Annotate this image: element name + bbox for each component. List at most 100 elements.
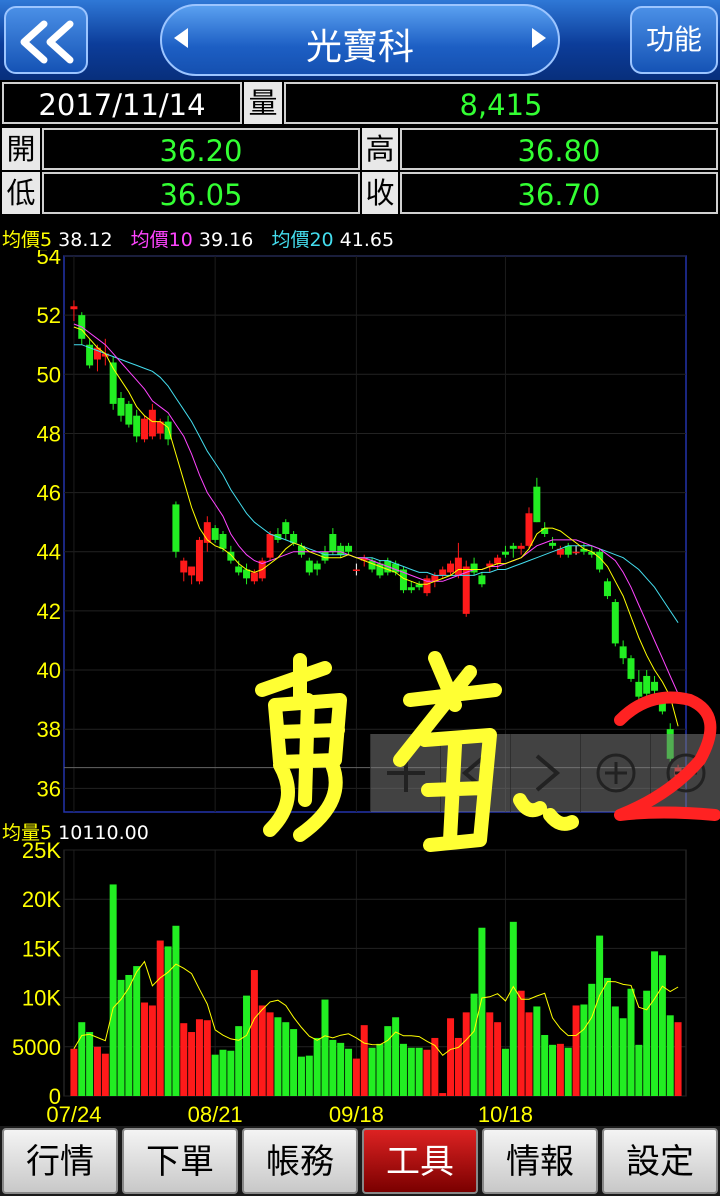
zoom-in-button[interactable] — [580, 734, 650, 812]
volume-bar — [423, 1049, 431, 1096]
volume-bar — [266, 1012, 274, 1096]
tab-settings[interactable]: 設定 — [602, 1128, 718, 1194]
volume-bar — [148, 1005, 156, 1096]
volume-bar — [517, 990, 525, 1096]
volume-bar — [384, 1026, 392, 1096]
volume-bar — [415, 1047, 423, 1096]
volume-tick-label: 5000 — [12, 1035, 61, 1060]
ma5-label: 均價5 — [2, 229, 53, 251]
quote-row-low-close: 低 36.05 收 36.70 — [0, 172, 720, 216]
tab-tools[interactable]: 工具 — [362, 1128, 478, 1194]
ma5-value: 38.12 — [58, 229, 113, 251]
volume-bar — [611, 1006, 619, 1096]
low-value: 36.05 — [42, 172, 360, 214]
volume-bar — [431, 1037, 439, 1096]
candle-body — [117, 397, 125, 416]
zoom-out-button[interactable] — [650, 734, 720, 812]
volume-bar — [549, 1044, 557, 1096]
tab-quotes[interactable]: 行情 — [2, 1128, 118, 1194]
volume-bar — [282, 1022, 290, 1096]
volume-bar — [572, 1005, 580, 1096]
price-tick-label: 50 — [37, 362, 61, 387]
stock-selector[interactable]: 光寶科 — [160, 4, 560, 76]
candle-body — [172, 504, 180, 552]
candle-body — [501, 551, 509, 555]
chart-toolbar — [370, 734, 720, 812]
volume-bar — [501, 1048, 509, 1096]
candle-body — [627, 658, 635, 679]
price-tick-label: 40 — [37, 658, 61, 683]
candle-body — [180, 560, 188, 573]
volume-bar — [533, 1006, 541, 1096]
function-button[interactable]: 功能 — [630, 6, 718, 74]
candle-body — [447, 563, 455, 573]
volume-bar — [619, 1018, 627, 1096]
volume-bar — [352, 1058, 360, 1096]
next-stock-icon[interactable] — [532, 28, 546, 48]
bottom-tab-bar: 行情 下單 帳務 工具 情報 設定 — [0, 1126, 720, 1196]
tab-info[interactable]: 情報 — [482, 1128, 598, 1194]
stock-chart[interactable]: 5452504846444240383625K20K15K10K5000007/… — [0, 250, 720, 1126]
ma20-line — [73, 344, 679, 623]
volume-tick-label: 15K — [22, 936, 61, 961]
next-button[interactable] — [510, 734, 580, 812]
date-tick-label: 10/18 — [478, 1102, 533, 1126]
high-value: 36.80 — [400, 128, 718, 170]
zoom-in-icon — [596, 753, 636, 793]
previous-button[interactable] — [440, 734, 510, 812]
crosshair-button[interactable] — [370, 734, 440, 812]
candle-body — [454, 557, 462, 576]
ma5-line — [73, 326, 679, 727]
volume-bar — [376, 1043, 384, 1096]
volume-bar — [556, 1043, 564, 1096]
candle-body — [494, 557, 502, 564]
volume-bar — [258, 1005, 266, 1096]
candle-body — [635, 681, 643, 697]
volume-bar — [470, 993, 478, 1096]
volume-bar — [93, 1046, 101, 1096]
volume-bar — [564, 1047, 572, 1096]
candle-body — [658, 702, 666, 712]
tab-orders[interactable]: 下單 — [122, 1128, 238, 1194]
candle-body — [611, 602, 619, 644]
candle-body — [321, 551, 329, 561]
candle-body — [148, 409, 156, 437]
volume-bar — [141, 1002, 149, 1096]
candle-body — [439, 569, 447, 576]
volume-bar — [227, 1050, 235, 1096]
tab-accounts[interactable]: 帳務 — [242, 1128, 358, 1194]
open-label: 開 — [2, 128, 40, 170]
volume-bar — [447, 1018, 455, 1096]
next-icon — [535, 754, 561, 792]
volume-bar — [305, 1055, 313, 1096]
ma-legend: 均價5 38.12 均價10 39.16 均價20 41.65 — [2, 225, 394, 252]
candle-body — [313, 563, 321, 570]
candle-body — [549, 542, 557, 546]
volume-value: 8,415 — [284, 82, 718, 124]
double-chevron-left-icon — [20, 20, 74, 64]
volume-bar — [203, 1020, 211, 1096]
quote-row-open-high: 開 36.20 高 36.80 — [0, 128, 720, 172]
candle-body — [407, 587, 415, 591]
date-tick-label: 08/21 — [188, 1102, 243, 1126]
candle-body — [541, 528, 549, 534]
candle-body — [572, 551, 580, 554]
candle-body — [533, 486, 541, 523]
date-tick-label: 09/18 — [329, 1102, 384, 1126]
volume-bar — [219, 1049, 227, 1096]
price-tick-label: 36 — [37, 776, 61, 801]
volume-bar — [156, 940, 164, 1096]
price-tick-label: 46 — [37, 481, 61, 506]
close-value: 36.70 — [400, 172, 718, 214]
candle-body — [235, 566, 243, 573]
volume-bar — [635, 1044, 643, 1096]
volume-bar — [541, 1034, 549, 1096]
candle-body — [266, 534, 274, 558]
quote-row-date: 2017/11/14 量 8,415 — [0, 82, 720, 126]
back-button[interactable] — [4, 6, 88, 74]
candle-body — [525, 513, 533, 546]
candle-body — [211, 528, 219, 540]
volume-bar — [478, 927, 486, 1096]
trade-date: 2017/11/14 — [2, 82, 242, 124]
volume-bar — [399, 1043, 407, 1096]
